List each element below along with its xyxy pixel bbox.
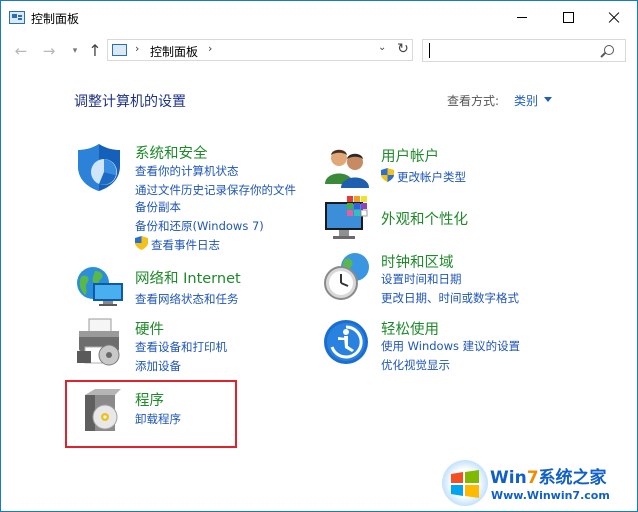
window-title: 控制面板	[31, 12, 80, 26]
uac-shield-icon	[381, 168, 394, 182]
up-arrow-icon[interactable]: ↑	[85, 41, 105, 61]
link-devices-printers[interactable]: 查看设备和打印机	[135, 339, 227, 355]
link-backup-copy[interactable]: 备份副本	[135, 199, 181, 215]
network-globe-icon[interactable]	[75, 265, 125, 307]
clock-region-icon[interactable]	[321, 251, 371, 301]
category-ease-of-access[interactable]: 轻松使用	[381, 318, 439, 339]
breadcrumb-separator[interactable]: ›	[208, 42, 212, 55]
breadcrumb[interactable]: 控制面板	[150, 43, 198, 60]
refresh-icon[interactable]: ↻	[395, 41, 411, 57]
link-change-formats[interactable]: 更改日期、时间或数字格式	[381, 290, 519, 306]
link-network-status[interactable]: 查看网络状态和任务	[135, 291, 239, 307]
search-input[interactable]	[422, 39, 626, 62]
link-set-time-date[interactable]: 设置时间和日期	[381, 271, 462, 287]
link-windows-recommended[interactable]: 使用 Windows 建议的设置	[381, 338, 520, 354]
view-by-label: 查看方式:	[447, 94, 500, 108]
text-caret	[429, 43, 430, 58]
category-user-accounts[interactable]: 用户帐户	[381, 145, 439, 166]
back-arrow-icon[interactable]: ←	[11, 41, 31, 61]
category-appearance[interactable]: 外观和个性化	[381, 208, 468, 229]
user-accounts-icon[interactable]	[323, 144, 371, 188]
ease-of-access-icon[interactable]	[323, 319, 369, 365]
uac-shield-icon	[135, 236, 148, 250]
link-file-history[interactable]: 通过文件历史记录保存你的文件	[135, 182, 296, 198]
title-bar: 控制面板	[1, 1, 637, 34]
view-by-dropdown[interactable]: 类别	[514, 92, 538, 109]
windows-logo-icon	[451, 470, 479, 498]
appearance-monitor-icon[interactable]	[323, 196, 371, 242]
minimize-button[interactable]	[499, 1, 545, 34]
control-panel-small-icon	[112, 44, 127, 56]
link-view-event-logs[interactable]: 查看事件日志	[151, 237, 220, 253]
watermark-title: Win7系统之家	[490, 468, 607, 488]
category-hardware[interactable]: 硬件	[135, 318, 164, 339]
watermark-url: Www.Winwin7.com	[491, 489, 610, 502]
close-button[interactable]	[591, 1, 637, 34]
search-icon[interactable]	[604, 45, 614, 55]
address-bar[interactable]: › 控制面板 › ⌄ ↻	[107, 39, 413, 61]
page-title: 调整计算机的设置	[74, 94, 186, 110]
link-view-computer-status[interactable]: 查看你的计算机状态	[135, 163, 239, 179]
category-system-security[interactable]: 系统和安全	[135, 142, 208, 163]
link-change-account-type[interactable]: 更改帐户类型	[397, 169, 466, 185]
category-network-internet[interactable]: 网络和 Internet	[135, 267, 241, 288]
highlight-box	[65, 380, 237, 448]
category-clock-region[interactable]: 时钟和区域	[381, 251, 454, 272]
forward-arrow-icon[interactable]: →	[39, 41, 59, 61]
breadcrumb-separator[interactable]: ›	[135, 42, 139, 55]
printer-icon[interactable]	[75, 317, 125, 369]
security-shield-icon[interactable]	[75, 142, 123, 192]
maximize-button[interactable]	[545, 1, 591, 34]
address-dropdown-icon[interactable]: ⌄	[378, 42, 386, 53]
recent-locations-chevron-icon[interactable]: ▾	[65, 41, 85, 61]
link-backup-restore[interactable]: 备份和还原(Windows 7)	[135, 218, 264, 234]
chevron-down-icon[interactable]	[544, 97, 552, 102]
link-optimize-visual[interactable]: 优化视觉显示	[381, 357, 450, 373]
control-panel-window: 控制面板 ← → ▾ ↑ › 控制面板 › ⌄ ↻ 调整计算机的设置 查看方式:…	[0, 0, 638, 512]
control-panel-icon	[9, 11, 25, 24]
link-add-device[interactable]: 添加设备	[135, 358, 181, 374]
